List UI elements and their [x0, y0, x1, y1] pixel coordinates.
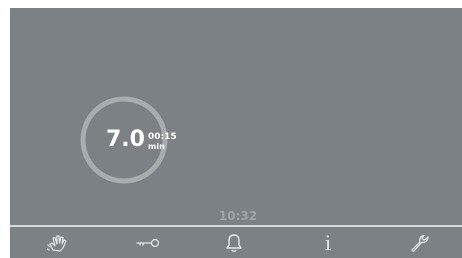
- bell-icon: [226, 234, 242, 252]
- status-clock: 10:32: [218, 209, 258, 223]
- wrench-icon: [411, 234, 429, 253]
- manual-mode-button[interactable]: [44, 232, 72, 254]
- lock-key-button[interactable]: [134, 232, 162, 254]
- alarm-button[interactable]: [220, 232, 248, 254]
- key-icon: [136, 238, 160, 248]
- display-screen: 7.0 00:15 min 10:32 i: [10, 8, 462, 258]
- info-icon: i: [324, 231, 332, 255]
- program-duration: 00:15: [148, 132, 177, 142]
- bottom-toolbar: i: [10, 227, 462, 258]
- settings-button[interactable]: [406, 232, 434, 254]
- program-value: 7.0: [106, 127, 145, 152]
- info-button[interactable]: i: [314, 232, 342, 254]
- program-duration-unit: min: [148, 142, 165, 151]
- manual-hand-icon: [47, 235, 67, 252]
